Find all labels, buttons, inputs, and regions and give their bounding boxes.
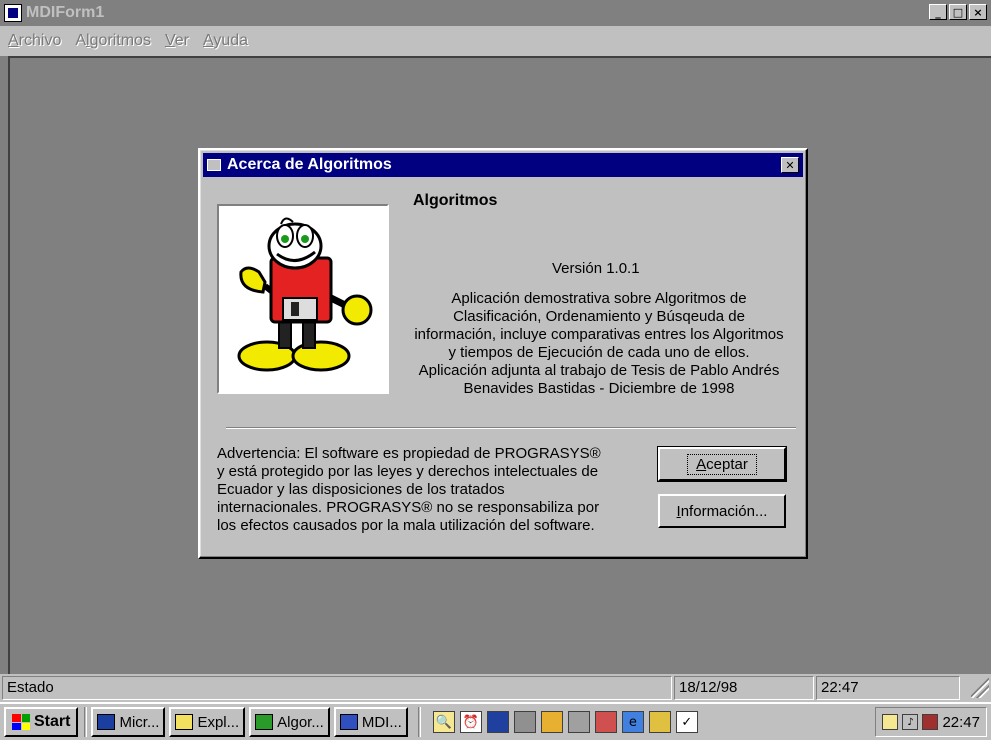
menu-archivo[interactable]: Archivo [8, 32, 61, 50]
status-time: 22:47 [816, 676, 960, 700]
dialog-title: Acerca de Algoritmos [227, 156, 392, 173]
dialog-icon [207, 159, 221, 171]
menu-bar: Archivo Algoritmos Ver Ayuda [0, 26, 991, 56]
word-icon [97, 714, 116, 730]
start-button[interactable]: Start [4, 707, 79, 737]
monitor-icon[interactable] [486, 711, 509, 733]
checklist-icon[interactable]: ✓ [675, 711, 698, 733]
tray-shield-icon[interactable] [922, 714, 939, 730]
maximize-button[interactable]: □ [949, 4, 967, 20]
taskbar-separator [417, 707, 421, 737]
chart-icon[interactable] [594, 711, 617, 733]
tools-icon[interactable] [567, 711, 590, 733]
menu-ver[interactable]: Ver [165, 32, 189, 50]
menu-algoritmos[interactable]: Algoritmos [75, 32, 151, 50]
taskbar-separator [84, 707, 88, 737]
app-icon [339, 714, 358, 730]
tray-clock[interactable]: 22:47 [942, 714, 980, 731]
quick-launch: 🔍 ⏰ e ✓ [432, 711, 698, 733]
app-icon[interactable] [4, 4, 22, 22]
windows-logo-icon [12, 714, 30, 730]
warning-text: Advertencia: El software es propiedad de… [217, 445, 601, 534]
folder-icon[interactable] [648, 711, 671, 733]
app-icon [255, 714, 274, 730]
window-controls: _ □ × [929, 4, 987, 20]
close-button[interactable]: × [969, 4, 987, 20]
version-label: Versión 1.0.1 [552, 260, 640, 277]
mascot-logo [217, 204, 389, 394]
about-dialog: Acerca de Algoritmos ✕ Algoritmos Versió… [198, 148, 808, 559]
main-title-bar[interactable]: MDIForm1 _ □ × [0, 0, 991, 26]
clock-icon[interactable]: ⏰ [459, 711, 482, 733]
divider [226, 427, 796, 429]
information-button[interactable]: Información... [658, 494, 786, 528]
ie-icon[interactable]: e [621, 711, 644, 733]
floppy-mascot-icon [237, 217, 373, 372]
app-name: Algoritmos [413, 192, 498, 209]
resize-grip[interactable] [971, 678, 989, 698]
speaker-icon[interactable]: ♪ [902, 714, 919, 730]
dialog-close-button[interactable]: ✕ [781, 157, 799, 173]
status-date: 18/12/98 [674, 676, 814, 700]
main-window-title: MDIForm1 [26, 4, 105, 21]
find-icon[interactable]: 🔍 [432, 711, 455, 733]
network-icon[interactable] [513, 711, 536, 733]
explorer-icon [175, 714, 194, 730]
task-button-mdi[interactable]: MDI... [333, 707, 408, 737]
tray-network-icon[interactable] [882, 714, 899, 730]
task-button-algoritmos[interactable]: Algor... [249, 707, 330, 737]
dialog-title-bar[interactable]: Acerca de Algoritmos ✕ [203, 153, 803, 177]
house-icon[interactable] [540, 711, 563, 733]
task-button-explorer[interactable]: Expl... [169, 707, 246, 737]
menu-ayuda[interactable]: Ayuda [203, 32, 248, 50]
task-button-word[interactable]: Micr... [91, 707, 166, 737]
status-bar: Estado 18/12/98 22:47 [0, 674, 991, 702]
status-text: Estado [2, 676, 672, 700]
description-text: Aplicación demostrativa sobre Algoritmos… [414, 290, 784, 397]
minimize-button[interactable]: _ [929, 4, 947, 20]
system-tray: ♪ 22:47 [875, 707, 987, 737]
taskbar: Start Micr... Expl... Algor... MDI... 🔍 … [0, 702, 991, 740]
accept-button[interactable]: Aceptar [657, 446, 787, 482]
